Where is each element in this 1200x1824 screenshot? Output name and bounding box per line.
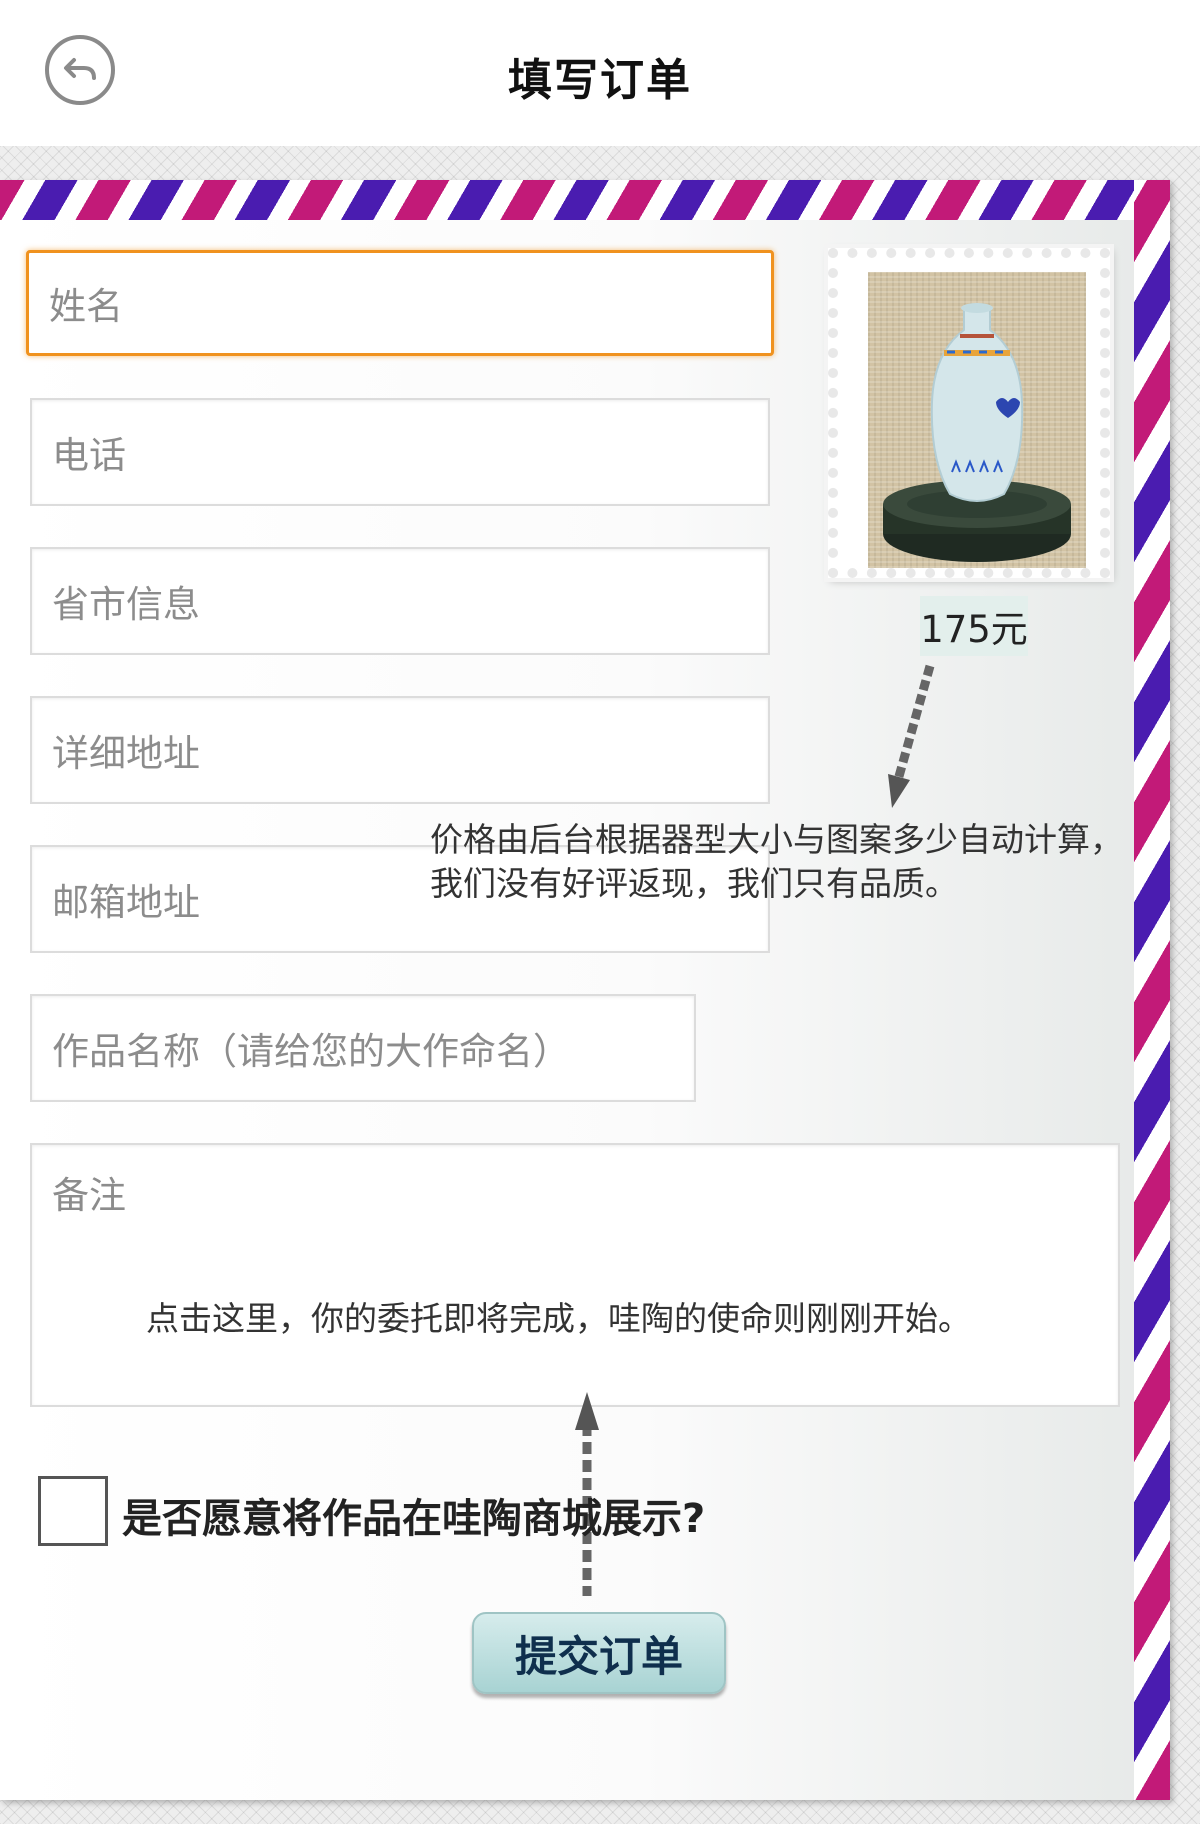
page-title: 填写订单 — [508, 55, 692, 106]
app-header: 填写订单 — [0, 0, 1200, 147]
name-input[interactable]: 姓名 — [26, 250, 774, 356]
remarks-placeholder: 备注 — [52, 1174, 126, 1217]
region-placeholder: 省市信息 — [52, 583, 200, 626]
phone-placeholder: 电话 — [52, 434, 126, 477]
airmail-stripe-top — [0, 180, 1170, 220]
submit-order-button[interactable]: 提交订单 — [472, 1612, 726, 1694]
price-note: 价格由后台根据器型大小与图案多少自动计算，我们没有好评返现，我们只有品质。 — [430, 820, 1123, 903]
artwork-name-input[interactable]: 作品名称（请给您的大作命名） — [30, 994, 696, 1102]
remarks-textarea[interactable]: 备注 — [30, 1143, 1120, 1407]
submit-hint: 点击这里，你的委托即将完成，哇陶的使命则刚刚开始。 — [146, 1299, 971, 1338]
address-placeholder: 详细地址 — [52, 732, 200, 775]
showcase-checkbox[interactable] — [38, 1476, 108, 1546]
vase-icon — [883, 303, 1071, 562]
showcase-checkbox-label[interactable]: 是否愿意将作品在哇陶商城展示? — [122, 1486, 705, 1544]
price-note-arrow-icon — [888, 664, 935, 808]
name-placeholder: 姓名 — [49, 285, 123, 328]
price-tag: 175元 — [920, 596, 1028, 656]
region-input[interactable]: 省市信息 — [30, 547, 770, 655]
artwork-name-placeholder: 作品名称（请给您的大作命名） — [52, 1030, 570, 1073]
email-placeholder: 邮箱地址 — [52, 881, 200, 924]
phone-input[interactable]: 电话 — [30, 398, 770, 506]
airmail-stripe-right — [1134, 180, 1170, 1800]
address-input[interactable]: 详细地址 — [30, 696, 770, 804]
product-image[interactable] — [868, 272, 1086, 568]
